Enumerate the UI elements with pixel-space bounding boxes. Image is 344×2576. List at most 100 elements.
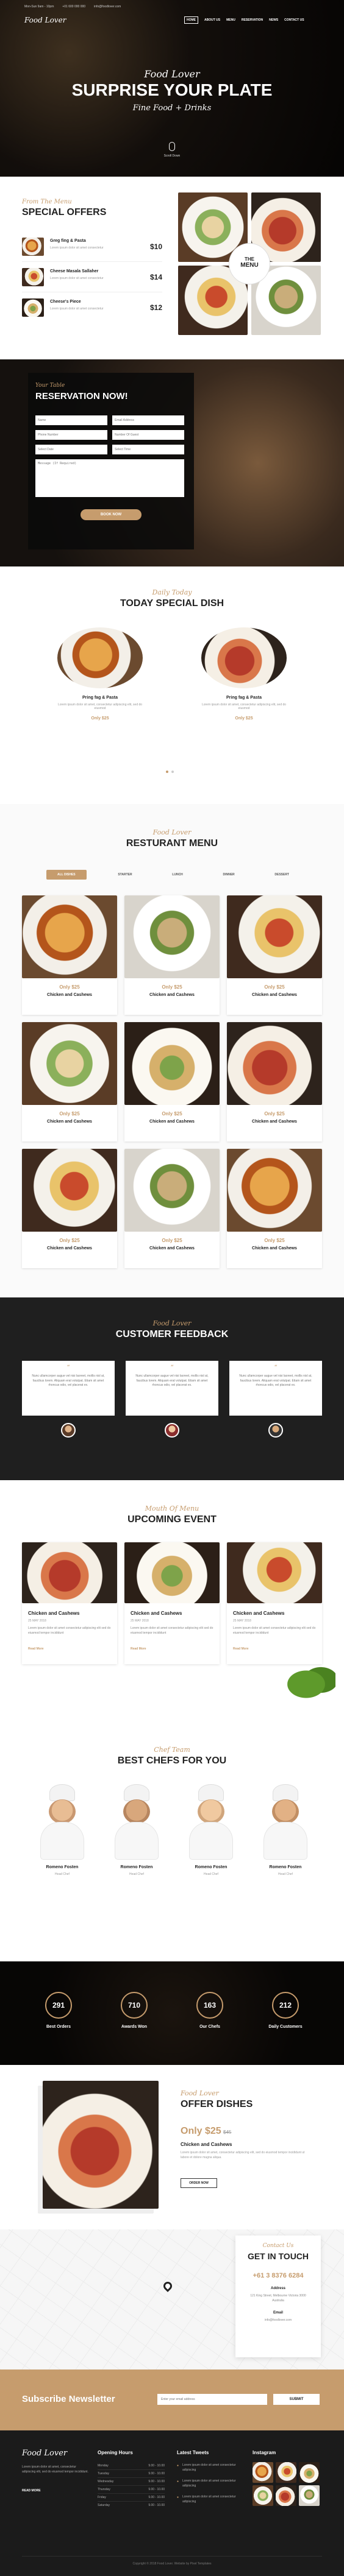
instagram-thumb[interactable]: [276, 2485, 296, 2506]
event-name: Chicken and Cashews: [131, 1611, 182, 1616]
tweet-item[interactable]: ● Lorem ipsum dolor sit amet consectetur…: [177, 2495, 245, 2504]
quote-icon: “: [274, 1364, 278, 1371]
map-pin-icon[interactable]: [162, 2280, 174, 2292]
hero-subtitle: Fine Food + Drinks: [132, 104, 212, 113]
hours-list: Monday 9.00 - 10.00 Tuesday 9.00 - 10.00 W…: [98, 2462, 165, 2509]
offer-dish-title: OFFER DISHES: [181, 2099, 253, 2109]
footer-logo[interactable]: Food Lover: [22, 2449, 67, 2458]
menu-kicker: Food Lover: [152, 828, 192, 836]
hours-time: 9.00 - 10.00: [148, 2488, 165, 2491]
stat-item: 710 Awards Won: [104, 1992, 165, 2041]
nav-about[interactable]: ABOUT US: [204, 18, 220, 24]
offer-price: $14: [149, 273, 162, 281]
offer-item[interactable]: Cheese Masala Sallaher Lorem ipsum dolor…: [22, 268, 162, 292]
name-field[interactable]: [35, 415, 107, 425]
newsletter-submit-button[interactable]: SUBMIT: [273, 2394, 320, 2405]
reservation-title: RESERVATION NOW!: [35, 391, 128, 401]
nav-news[interactable]: NEWS: [269, 18, 278, 24]
message-field[interactable]: [35, 459, 184, 497]
stats-section: 291 Best Orders 710 Awards Won 163 Our C…: [0, 1961, 344, 2065]
offer-desc: Lorem ipsum dolor sit amet consectetur: [50, 277, 104, 280]
instagram-title: Instagram: [253, 2450, 276, 2455]
instagram-thumb[interactable]: [253, 2462, 273, 2483]
newsletter-email-input[interactable]: [157, 2394, 267, 2405]
hours-day: Tuesday: [98, 2472, 109, 2475]
nav-home[interactable]: HOME: [184, 16, 198, 24]
chef-name: Romeno Fosten: [120, 1865, 153, 1869]
special-dish-card[interactable]: Pring fag & Pasta Lorem ipsum dolor sit …: [183, 627, 305, 737]
nav-contact[interactable]: CONTACT US: [284, 18, 304, 24]
date-field[interactable]: [35, 445, 107, 454]
special-dish-image: [201, 627, 287, 688]
offer-desc: Lorem ipsum dolor sit amet consectetur: [50, 246, 104, 250]
event-read-more-link[interactable]: Read More: [131, 1647, 146, 1651]
email-field[interactable]: [112, 415, 184, 425]
menu-card-name: Chicken and Cashews: [47, 993, 92, 997]
tab-all-dishes[interactable]: ALL DISHES: [46, 870, 87, 880]
order-now-button[interactable]: ORDER NOW: [181, 2178, 217, 2188]
offer-item[interactable]: Greg fing & Pasta Lorem ipsum dolor sit …: [22, 238, 162, 262]
menu-card[interactable]: Only $25 Chicken and Cashews: [227, 895, 322, 1015]
chefs-section: Chef Team BEST CHEFS FOR YOU Romeno Fost…: [0, 1724, 344, 1961]
event-card[interactable]: Chicken and Cashews 25 MAY 2018 Lorem ip…: [22, 1542, 117, 1664]
menu-badge[interactable]: THE MENU: [231, 245, 268, 282]
event-desc: Lorem ipsum dolor sit amet consectetur a…: [233, 1626, 316, 1635]
special-dish-card[interactable]: Pring fag & Pasta Lorem ipsum dolor sit …: [39, 627, 161, 737]
offer-item[interactable]: Cheese's Piece Lorem ipsum dolor sit ame…: [22, 298, 162, 323]
tweet-item[interactable]: ● Lorem ipsum dolor sit amet consectetur…: [177, 2479, 245, 2488]
chef-card[interactable]: Romeno Fosten Head Chef: [32, 1785, 93, 1882]
instagram-thumb[interactable]: [253, 2485, 273, 2506]
phone-field[interactable]: [35, 430, 107, 440]
event-card[interactable]: Chicken and Cashews 25 MAY 2018 Lorem ip…: [124, 1542, 220, 1664]
tab-dinner[interactable]: DINNER: [215, 870, 243, 880]
menu-card[interactable]: Only $25 Chicken and Cashews: [227, 1149, 322, 1268]
menu-card-price: Only $25: [162, 984, 182, 990]
nav-reservation[interactable]: RESERVATION: [242, 18, 263, 24]
menu-card[interactable]: Only $25 Chicken and Cashews: [227, 1022, 322, 1142]
feedback-kicker: Food Lover: [152, 1319, 192, 1327]
guests-field[interactable]: [112, 430, 184, 440]
menu-card-name: Chicken and Cashews: [149, 993, 195, 997]
tab-starter[interactable]: STARTER: [109, 870, 140, 880]
offers-photo-grid: THE MENU: [178, 192, 322, 335]
chef-card[interactable]: Romeno Fosten Head Chef: [106, 1785, 167, 1882]
menu-card[interactable]: Only $25 Chicken and Cashews: [22, 1022, 117, 1142]
contact-kicker: Contact Us: [262, 2243, 294, 2249]
hours-time: 9.00 - 10.00: [148, 2496, 165, 2499]
time-field[interactable]: [112, 445, 184, 454]
event-card[interactable]: Chicken and Cashews 25 MAY 2018 Lorem ip…: [227, 1542, 322, 1664]
book-now-button[interactable]: BOOK NOW: [81, 509, 142, 520]
instagram-thumb[interactable]: [299, 2462, 320, 2483]
contact-email[interactable]: info@foodlover.com: [235, 2318, 321, 2322]
menu-card[interactable]: Only $25 Chicken and Cashews: [124, 1149, 220, 1268]
tab-lunch[interactable]: LUNCH: [163, 870, 192, 880]
contact-address: 121 King Street, Melbourne Victoria 3000…: [250, 2294, 306, 2303]
offer-dishes-section: Food Lover OFFER DISHES Only $25 $45 Chi…: [0, 2065, 344, 2229]
menu-card[interactable]: Only $25 Chicken and Cashews: [124, 1022, 220, 1142]
instagram-thumb[interactable]: [276, 2462, 296, 2483]
tab-dessert[interactable]: DESSERT: [266, 870, 298, 880]
offer-thumb: [22, 298, 44, 317]
hours-day: Saturday: [98, 2504, 110, 2507]
scroll-down-icon[interactable]: [169, 142, 175, 151]
offer-dish-price: Only $25: [181, 2126, 221, 2136]
tweet-item[interactable]: ● Lorem ipsum dolor sit amet consectetur…: [177, 2463, 245, 2472]
menu-card[interactable]: Only $25 Chicken and Cashews: [22, 895, 117, 1015]
menu-card[interactable]: Only $25 Chicken and Cashews: [124, 895, 220, 1015]
event-read-more-link[interactable]: Read More: [233, 1647, 249, 1651]
event-image: [22, 1542, 117, 1603]
menu-card-image: [124, 1022, 220, 1105]
footer-read-more-link[interactable]: READ MORE: [22, 2489, 41, 2493]
site-logo[interactable]: Food Lover: [24, 16, 66, 24]
carousel-dot[interactable]: [166, 771, 168, 773]
menu-card[interactable]: Only $25 Chicken and Cashews: [22, 1149, 117, 1268]
offer-dish-name: Chicken and Cashews: [181, 2142, 232, 2147]
topbar-hours: Mon-Sun 9am - 10pm: [24, 5, 54, 9]
event-read-more-link[interactable]: Read More: [28, 1647, 44, 1651]
nav-menu[interactable]: MENU: [226, 18, 235, 24]
instagram-thumb[interactable]: [299, 2485, 320, 2506]
carousel-dot[interactable]: [171, 771, 174, 773]
chef-card[interactable]: Romeno Fosten Head Chef: [181, 1785, 242, 1882]
feedback-section: Food Lover CUSTOMER FEEDBACK “ Nunc ulla…: [0, 1297, 344, 1480]
chef-card[interactable]: Romeno Fosten Head Chef: [255, 1785, 316, 1882]
